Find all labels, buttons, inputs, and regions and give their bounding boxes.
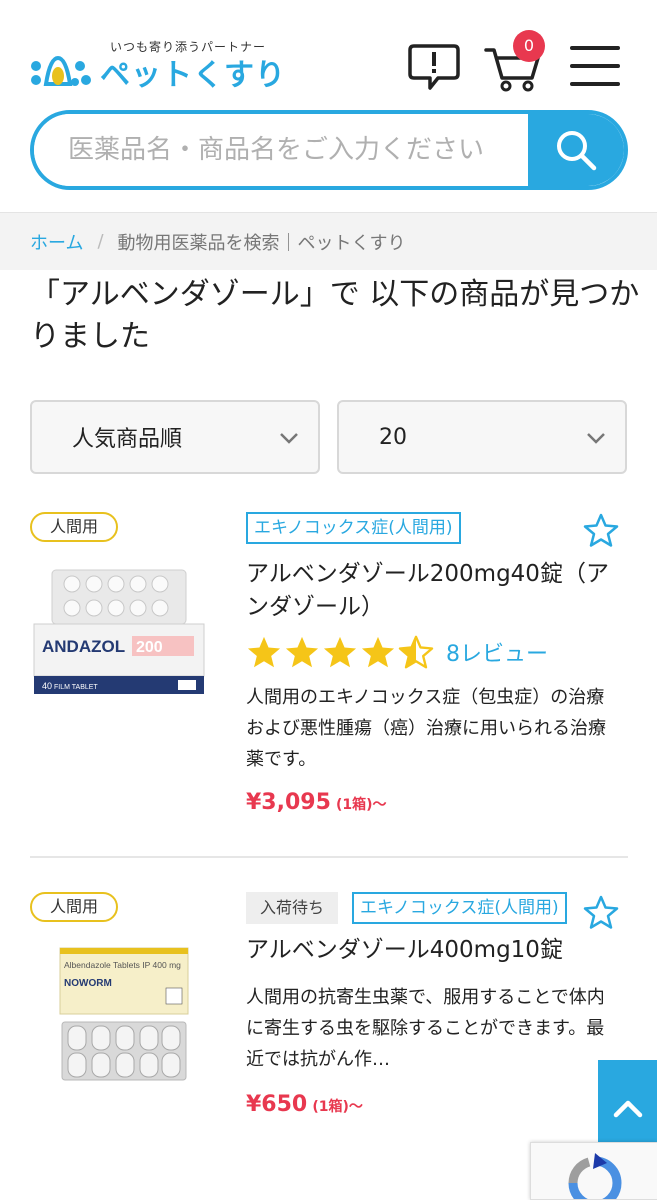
category-tag[interactable]: エキノコックス症(人間用) [246,512,461,544]
price-unit: (1箱)〜 [312,1099,363,1115]
product-name[interactable]: アルベンダゾール200mg40錠（アンダゾール） [246,558,626,624]
paw-logo-icon [31,55,91,86]
breadcrumb-home-link[interactable]: ホーム [30,229,83,255]
product-description: 人間用のエキノコックス症（包虫症）の治療および悪性腫瘍（癌）治療に用いられる治療… [246,687,606,770]
product-price: ¥3,095 (1箱)〜 [246,790,387,815]
chevron-up-icon [613,1100,642,1118]
price-unit: (1箱)〜 [336,797,387,813]
breadcrumb: ホーム / 動物用医薬品を検索｜ペットくすり [0,212,657,270]
star-filled-icon [323,636,357,668]
price-value: ¥3,095 [246,790,331,815]
search-bar [30,110,628,190]
search-icon [557,131,597,171]
product-image[interactable]: Albendazole Tablets IP 400 mg NOWORM [32,940,216,1090]
image-count-text: 40 [42,681,52,691]
category-tag[interactable]: エキノコックス症(人間用) [352,892,567,924]
items-per-page-value: 20 [379,424,407,450]
site-header: いつも寄り添うパートナー ペットくすり 0 [0,0,657,200]
rating: 8レビュー [246,632,548,672]
items-per-page-select[interactable]: 20 [337,400,627,474]
star-filled-icon [247,636,281,668]
results-heading: 「アルベンダゾール」で 以下の商品が見つかりました [30,277,640,354]
recaptcha-badge[interactable] [530,1142,657,1200]
inquiry-chat-icon[interactable] [408,38,460,94]
review-count-link[interactable]: 8レビュー [446,636,548,668]
stock-status-tag: 入荷待ち [246,892,339,924]
sort-order-value: 人気商品順 [72,427,183,452]
product-name[interactable]: アルベンダゾール400mg10錠 [246,934,626,967]
chevron-down-icon [587,433,605,444]
star-filled-icon [361,636,395,668]
human-use-badge: 人間用 [30,892,118,922]
logo-text: ペットくすり [100,58,286,93]
breadcrumb-current: 動物用医薬品を検索｜ペットくすり [117,232,406,254]
hamburger-menu-icon[interactable] [568,38,624,94]
cart-count-badge: 0 [513,30,545,62]
image-strength-text: 200 [136,639,163,656]
sort-order-select[interactable]: 人気商品順 [30,400,320,474]
image-brand-text: NOWORM [64,978,112,989]
human-use-badge: 人間用 [30,512,118,542]
search-button[interactable] [528,114,624,186]
favorite-star-icon[interactable] [582,894,620,930]
product-description: 人間用の抗寄生虫薬で、服用することで体内に寄生する虫を駆除することができます。最… [246,987,605,1070]
search-input[interactable] [34,114,528,186]
chevron-down-icon [280,433,298,444]
favorite-star-icon[interactable] [582,512,620,548]
site-logo[interactable]: いつも寄り添うパートナー ペットくすり [28,38,285,98]
product-card[interactable]: 人間用 ANDAZOL 200 40 FILM TABLET エキノコックス症(… [30,510,628,858]
image-brand-text: ANDAZOL [42,637,125,656]
star-filled-icon [285,636,319,668]
star-half-icon [398,635,434,669]
image-title-text: Albendazole Tablets IP 400 mg [64,960,181,970]
price-value: ¥650 [246,1092,308,1117]
recaptcha-icon [568,1153,622,1199]
product-tags: 入荷待ち エキノコックス症(人間用) [246,892,567,924]
product-price: ¥650 (1箱)〜 [246,1092,363,1117]
breadcrumb-separator: / [97,231,104,252]
svg-text:FILM TABLET: FILM TABLET [54,684,98,691]
product-tags: エキノコックス症(人間用) [246,512,461,544]
product-image[interactable]: ANDAZOL 200 40 FILM TABLET [32,566,216,700]
